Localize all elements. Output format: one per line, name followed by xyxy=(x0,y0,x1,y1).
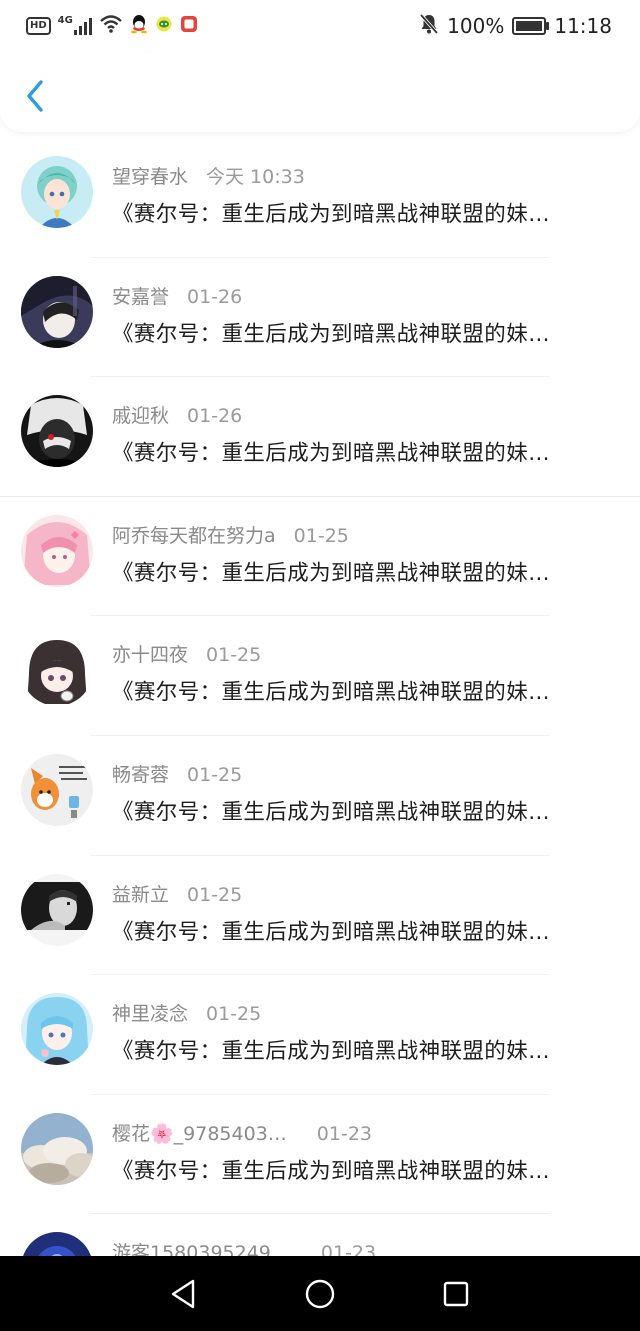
book-title[interactable]: 《赛尔号：重生后成为到暗黑战神联盟的妹… xyxy=(112,675,602,706)
comment-meta: 益新立 01-25 xyxy=(112,880,242,907)
comment-time: 01-25 xyxy=(293,524,349,547)
comment-time: 01-26 xyxy=(187,285,243,308)
avatar[interactable] xyxy=(21,156,93,228)
avatar[interactable] xyxy=(21,395,93,468)
top-header xyxy=(0,52,640,132)
clock: 11:18 xyxy=(554,14,612,38)
system-nav-bar xyxy=(0,1256,640,1331)
user-name[interactable]: 亦十四夜 xyxy=(112,640,188,667)
user-name[interactable]: 畅寄蓉 xyxy=(112,760,169,787)
notification-app-icon xyxy=(180,14,198,38)
avatar[interactable] xyxy=(21,1112,93,1185)
network-type-label: 4G xyxy=(57,14,73,26)
comment-time: 今天 10:33 xyxy=(206,166,305,188)
triangle-back-icon xyxy=(171,1279,195,1309)
status-bar: HD 4G 100% 11:18 xyxy=(0,0,640,52)
battery-icon xyxy=(512,17,550,35)
book-title[interactable]: 《赛尔号：重生后成为到暗黑战神联盟的妹… xyxy=(112,197,602,228)
list-item[interactable]: 安嘉誉 01-26 《赛尔号：重生后成为到暗黑战神联盟的妹… xyxy=(0,257,640,378)
back-button[interactable] xyxy=(18,76,52,116)
user-name[interactable]: 樱花🌸_9785403… xyxy=(112,1119,287,1146)
circle-home-icon xyxy=(305,1279,335,1309)
status-left: HD 4G xyxy=(26,14,198,38)
avatar[interactable] xyxy=(21,873,93,946)
comment-meta: 畅寄蓉 01-25 xyxy=(112,760,242,787)
book-title[interactable]: 《赛尔号：重生后成为到暗黑战神联盟的妹… xyxy=(112,795,602,826)
comment-time: 01-25 xyxy=(187,883,243,906)
signal-icon xyxy=(73,17,92,35)
book-title[interactable]: 《赛尔号：重生后成为到暗黑战神联盟的妹… xyxy=(112,1154,602,1185)
avatar[interactable] xyxy=(21,275,93,348)
user-name[interactable]: 神里凌念 xyxy=(112,999,188,1026)
comment-time: 01-26 xyxy=(187,405,243,428)
comment-meta: 樱花🌸_9785403… 01-23 xyxy=(112,1119,372,1146)
nav-back-button[interactable] xyxy=(163,1274,203,1314)
qq-icon xyxy=(130,14,148,39)
list-item[interactable]: 畅寄蓉 01-25 《赛尔号：重生后成为到暗黑战神联盟的妹… xyxy=(0,735,640,856)
comment-meta: 安嘉誉 01-26 xyxy=(112,282,242,309)
chat-app-icon xyxy=(155,14,173,38)
comment-list: 望穿春水 今天 10:33 《赛尔号：重生后成为到暗黑战神联盟的妹… 安嘉誉 0… xyxy=(0,138,640,1331)
comment-meta: 神里凌念 01-25 xyxy=(112,999,261,1026)
nav-recents-button[interactable] xyxy=(436,1274,476,1314)
avatar[interactable] xyxy=(21,993,93,1066)
list-item[interactable]: 樱花🌸_9785403… 01-23 《赛尔号：重生后成为到暗黑战神联盟的妹… xyxy=(0,1094,640,1215)
comment-meta: 戚迎秋 01-26 xyxy=(112,401,242,428)
book-title[interactable]: 《赛尔号：重生后成为到暗黑战神联盟的妹… xyxy=(112,436,602,467)
book-title[interactable]: 《赛尔号：重生后成为到暗黑战神联盟的妹… xyxy=(112,915,602,946)
nav-home-button[interactable] xyxy=(300,1274,340,1314)
wifi-icon xyxy=(99,14,123,39)
user-name[interactable]: 安嘉誉 xyxy=(112,282,169,309)
hd-icon: HD xyxy=(26,17,51,35)
comment-time: 01-23 xyxy=(316,1122,372,1145)
comment-time: 01-25 xyxy=(206,644,262,667)
avatar[interactable] xyxy=(21,634,93,707)
user-name[interactable]: 益新立 xyxy=(112,880,169,907)
list-item[interactable]: 亦十四夜 01-25 《赛尔号：重生后成为到暗黑战神联盟的妹… xyxy=(0,616,640,736)
comment-meta: 望穿春水 今天 10:33 xyxy=(112,162,305,189)
mute-bell-icon xyxy=(419,13,439,40)
battery-level-fill xyxy=(516,21,543,31)
book-title[interactable]: 《赛尔号：重生后成为到暗黑战神联盟的妹… xyxy=(112,317,602,348)
chevron-left-icon xyxy=(27,80,43,112)
list-item[interactable]: 戚迎秋 01-26 《赛尔号：重生后成为到暗黑战神联盟的妹… xyxy=(0,377,640,497)
book-title[interactable]: 《赛尔号：重生后成为到暗黑战神联盟的妹… xyxy=(112,556,602,587)
phone-screen: HD 4G 100% 11:18 望穿春水 今天 10:33 《赛尔号：重生后成… xyxy=(0,0,640,1331)
list-item[interactable]: 望穿春水 今天 10:33 《赛尔号：重生后成为到暗黑战神联盟的妹… xyxy=(0,138,640,258)
list-item[interactable]: 益新立 01-25 《赛尔号：重生后成为到暗黑战神联盟的妹… xyxy=(0,855,640,976)
user-name[interactable]: 阿乔每天都在努力a xyxy=(112,521,276,548)
comment-meta: 阿乔每天都在努力a 01-25 xyxy=(112,521,349,548)
avatar[interactable] xyxy=(21,753,93,826)
status-right: 100% 11:18 xyxy=(419,12,612,40)
comment-time: 01-25 xyxy=(187,763,243,786)
user-name[interactable]: 望穿春水 xyxy=(112,162,188,189)
list-item[interactable]: 阿乔每天都在努力a 01-25 《赛尔号：重生后成为到暗黑战神联盟的妹… xyxy=(0,496,640,617)
list-item[interactable]: 神里凌念 01-25 《赛尔号：重生后成为到暗黑战神联盟的妹… xyxy=(0,975,640,1095)
avatar[interactable] xyxy=(21,514,93,587)
user-name[interactable]: 戚迎秋 xyxy=(112,401,169,428)
book-title[interactable]: 《赛尔号：重生后成为到暗黑战神联盟的妹… xyxy=(112,1034,602,1065)
comment-time: 01-25 xyxy=(206,1003,262,1026)
square-recents-icon xyxy=(443,1281,469,1307)
battery-percent: 100% xyxy=(447,14,505,38)
comment-meta: 亦十四夜 01-25 xyxy=(112,640,261,667)
